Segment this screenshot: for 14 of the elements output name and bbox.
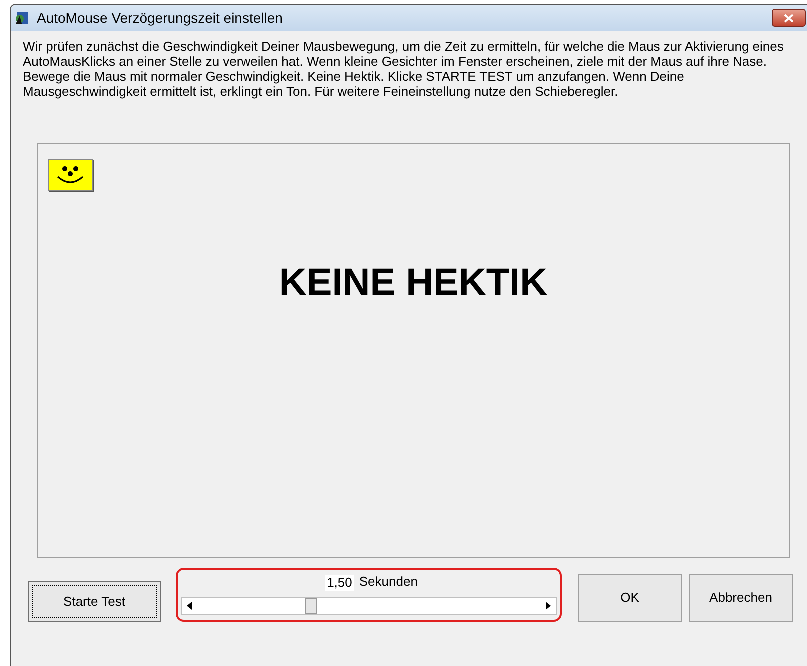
delay-slider[interactable] (181, 597, 557, 615)
app-icon (14, 10, 30, 26)
smiley-face-icon (48, 159, 93, 191)
delay-value: 1,50 (325, 575, 354, 591)
close-icon (784, 14, 794, 22)
close-button[interactable] (772, 9, 806, 27)
window-title: AutoMouse Verzögerungszeit einstellen (37, 8, 283, 28)
cancel-button[interactable]: Abbrechen (689, 574, 793, 622)
ok-button[interactable]: OK (578, 574, 682, 622)
start-test-button[interactable]: Starte Test (28, 581, 161, 622)
test-message: KEINE HEKTIK (278, 261, 549, 306)
delay-unit-label: Sekunden (359, 575, 418, 589)
instructions-text: Wir prüfen zunächst die Geschwindigkeit Deiner Mausbewegung, um die Zeit zu ermitteln, für welche die Maus zur Aktivierung eines AutoMausKlicks an einer Stelle zu verweilen hat. Wenn kleine Gesichter im Fenster erscheinen, ziele mit der Maus auf ihre Nase. Bewege die Maus mit normaler Geschwindigkeit. Keine Hektik. Klicke STARTE TEST um anzufangen. Wenn Deine Mausgeschwindigkeit ermittelt ist, erklingt ein Ton. Für weitere Feineinstellung nutze den Schieberegler. (23, 39, 785, 99)
slider-thumb[interactable] (304, 598, 317, 614)
